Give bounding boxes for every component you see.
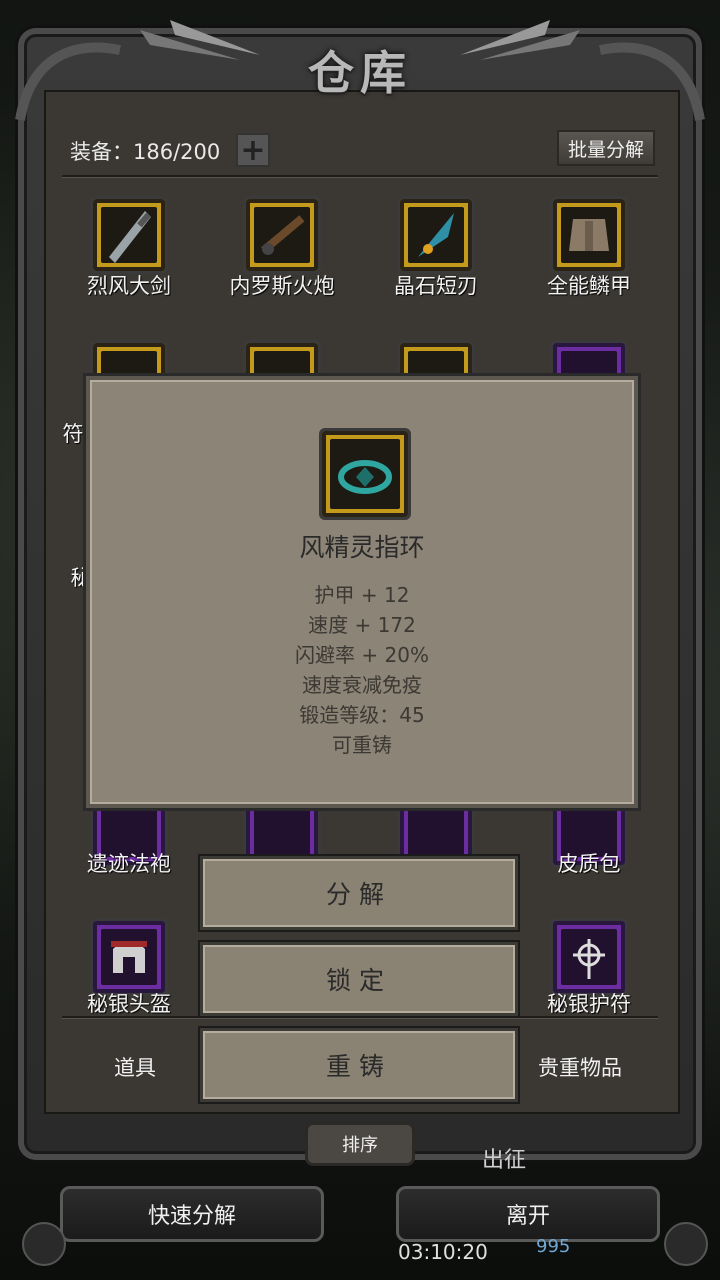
- tab-valuables[interactable]: 贵重物品: [538, 1052, 622, 1082]
- scale-armor-icon: [561, 207, 617, 263]
- item-name: 皮质包: [557, 852, 621, 876]
- item-slot[interactable]: [550, 918, 628, 996]
- stat-line: 闪避率 + 20%: [295, 643, 429, 667]
- expedition-label[interactable]: 出征: [482, 1142, 526, 1174]
- item-slot[interactable]: [397, 196, 475, 274]
- stat-line: 护甲 + 12: [314, 583, 410, 607]
- header-divider: [62, 175, 658, 178]
- item-icon: [254, 801, 310, 857]
- leave-button[interactable]: 离开: [396, 1186, 660, 1242]
- title-plate: 仓库: [270, 30, 450, 110]
- stat-line: 速度 + 172: [308, 613, 416, 637]
- greatsword-icon: [101, 207, 157, 263]
- item-tooltip: 风精灵指环 护甲 + 12 速度 + 172 闪避率 + 20% 速度衰减免疫 …: [86, 376, 638, 808]
- item-name: 秘银头盔: [87, 992, 171, 1016]
- item-slot[interactable]: [243, 196, 321, 274]
- item-slot[interactable]: [90, 918, 168, 996]
- item-slot[interactable]: [550, 196, 628, 274]
- item-name: 晶石短刃: [394, 274, 478, 298]
- page-title: 仓库: [308, 46, 412, 100]
- decompose-button[interactable]: 分解: [200, 856, 518, 930]
- lock-button[interactable]: 锁定: [200, 942, 518, 1016]
- plus-icon[interactable]: [664, 1222, 708, 1266]
- gem-count: 995: [536, 1236, 571, 1257]
- tooltip-item-slot: [319, 428, 411, 520]
- equip-capacity: 装备：186/200: [70, 140, 221, 164]
- item-name: 秘银护符: [547, 992, 631, 1016]
- stat-line: 速度衰减免疫: [302, 673, 422, 697]
- reforge-button[interactable]: 重铸: [200, 1028, 518, 1102]
- cannon-icon: [254, 207, 310, 263]
- add-capacity-button[interactable]: +: [236, 133, 270, 168]
- ring-icon: [330, 439, 400, 509]
- stat-line: 可重铸: [332, 733, 392, 757]
- item-slot[interactable]: [90, 196, 168, 274]
- item-name: 遗迹法袍: [87, 852, 171, 876]
- tooltip-stats: 护甲 + 12 速度 + 172 闪避率 + 20% 速度衰减免疫 锻造等级：4…: [90, 580, 634, 760]
- tooltip-item-name: 风精灵指环: [299, 533, 425, 562]
- gear-icon[interactable]: [22, 1222, 66, 1266]
- timer: 03:10:20: [398, 1240, 488, 1264]
- item-name: 烈风大剑: [87, 274, 171, 298]
- quick-decompose-button[interactable]: 快速分解: [60, 1186, 324, 1242]
- tab-props[interactable]: 道具: [114, 1052, 156, 1082]
- item-name: 内罗斯火炮: [229, 274, 335, 298]
- crystal-dagger-icon: [408, 207, 464, 263]
- sort-button[interactable]: 排序: [305, 1122, 415, 1166]
- amulet-icon: [561, 929, 617, 985]
- tab-divider: [62, 1016, 658, 1019]
- helmet-icon: [101, 929, 157, 985]
- bulk-decompose-button[interactable]: 批量分解: [557, 130, 655, 166]
- item-icon: [408, 801, 464, 857]
- stat-line: 锻造等级：45: [299, 703, 425, 727]
- item-name: 全能鳞甲: [547, 274, 631, 298]
